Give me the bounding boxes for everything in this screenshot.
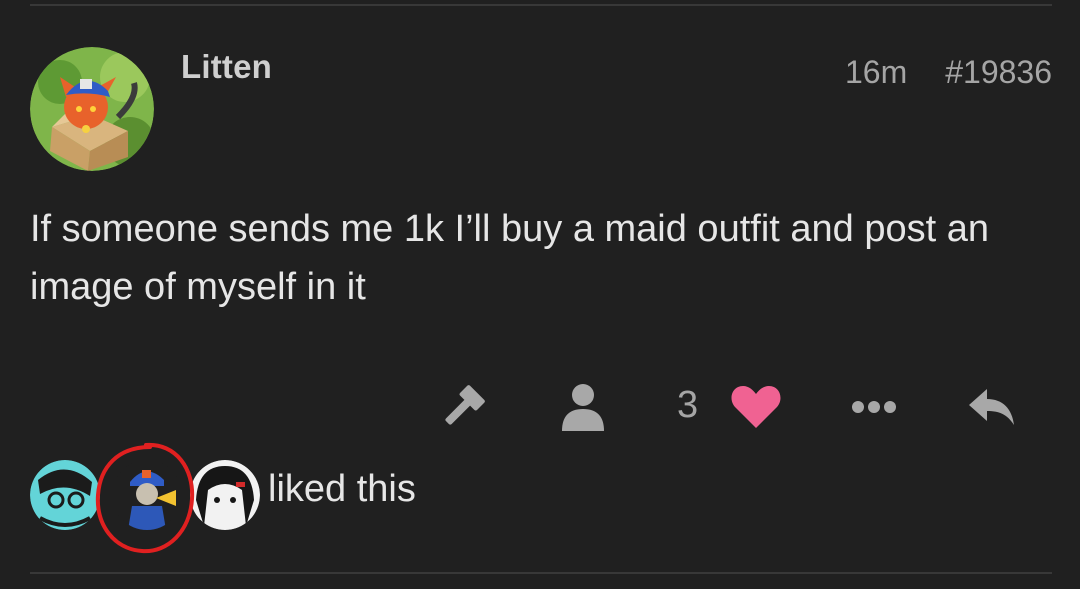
top-divider: [30, 4, 1052, 6]
author-avatar[interactable]: [30, 47, 154, 171]
liked-this-text: liked this: [268, 468, 416, 510]
reply-icon: [969, 389, 1014, 425]
like-count: 3: [677, 384, 699, 426]
heart-icon: [731, 386, 781, 428]
liker-avatar[interactable]: [112, 460, 182, 530]
post-body: If someone sends me 1k I’ll buy a maid o…: [30, 208, 989, 308]
post-time[interactable]: 16m: [845, 54, 907, 91]
moderate-button[interactable]: [436, 380, 490, 434]
liker-avatar[interactable]: [30, 460, 100, 530]
bottom-divider: [30, 572, 1052, 574]
profile-button[interactable]: [556, 380, 610, 434]
user-icon: [562, 384, 604, 431]
like-button[interactable]: [728, 380, 784, 434]
post-number[interactable]: #19836: [945, 54, 1052, 91]
more-button[interactable]: [848, 380, 900, 434]
author-name[interactable]: Litten: [181, 48, 272, 86]
reply-button[interactable]: [964, 380, 1020, 434]
liker-avatar[interactable]: [190, 460, 260, 530]
post-meta: 16m #19836: [845, 54, 1052, 91]
hammer-icon: [445, 385, 485, 425]
more-icon: [852, 401, 896, 413]
